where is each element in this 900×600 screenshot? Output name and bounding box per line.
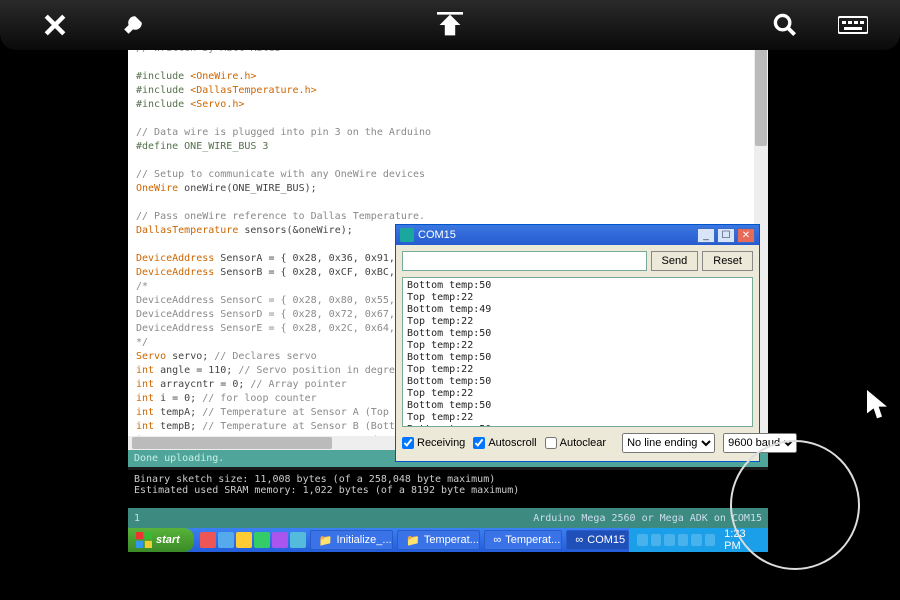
code-token: int (136, 365, 154, 376)
ql-icon[interactable] (236, 532, 252, 548)
start-label: start (156, 534, 180, 546)
code-token: <Servo.h> (184, 99, 244, 110)
upload-icon[interactable] (435, 10, 465, 40)
line-number: 1 (134, 513, 140, 524)
cursor-icon (866, 390, 888, 426)
code-token: int (136, 393, 154, 404)
output-line: Estimated used SRAM memory: 1,022 bytes … (134, 485, 519, 496)
serial-app-icon (400, 228, 414, 242)
close-button[interactable]: ✕ (737, 228, 755, 243)
code-token: // Array pointer (250, 379, 346, 390)
maximize-button[interactable]: ☐ (717, 228, 735, 243)
tray-icon[interactable] (651, 534, 662, 546)
code-token: DeviceAddress (136, 253, 214, 264)
tray-icon[interactable] (691, 534, 702, 546)
code-token: #include (136, 71, 184, 82)
taskbar-item[interactable]: ∞ Temperat... (484, 530, 562, 550)
code-token: <DallasTemperature.h> (184, 85, 316, 96)
code-token: servo; (166, 351, 214, 362)
remote-toolbar (0, 0, 900, 50)
serial-titlebar[interactable]: COM15 _ ☐ ✕ (396, 225, 759, 245)
serial-line: Bottom temp:50 (407, 328, 748, 340)
close-icon[interactable] (40, 10, 70, 40)
ql-icon[interactable] (272, 532, 288, 548)
taskbar-item[interactable]: 📁 Initialize_... (310, 530, 393, 550)
code-line: // Pass oneWire reference to Dallas Temp… (136, 211, 425, 222)
code-token: i = 0; (154, 393, 202, 404)
receiving-checkbox[interactable]: Receiving (402, 437, 465, 449)
serial-line: Top temp:22 (407, 340, 748, 352)
code-token: tempA; (154, 407, 202, 418)
compiler-output: Binary sketch size: 11,008 bytes (of a 2… (128, 470, 768, 508)
wrench-icon[interactable] (118, 10, 148, 40)
serial-monitor-window: COM15 _ ☐ ✕ Send Reset Bottom temp:50Top… (395, 224, 760, 462)
code-token: #include (136, 99, 184, 110)
search-icon[interactable] (770, 10, 800, 40)
code-line: */ (136, 337, 148, 348)
code-line: #define ONE_WIRE_BUS 3 (136, 141, 268, 152)
send-button[interactable]: Send (651, 251, 699, 271)
code-line: /* (136, 281, 148, 292)
code-token: // for loop counter (202, 393, 316, 404)
ql-icon[interactable] (290, 532, 306, 548)
code-token: int (136, 379, 154, 390)
serial-send-input[interactable] (402, 251, 647, 271)
code-token: #include (136, 85, 184, 96)
serial-line: Top temp:22 (407, 316, 748, 328)
serial-line: Top temp:22 (407, 388, 748, 400)
keyboard-icon[interactable] (838, 10, 868, 40)
ql-icon[interactable] (200, 532, 216, 548)
board-info: Arduino Mega 2560 or Mega ADK on COM15 (533, 513, 762, 524)
tray-icon[interactable] (664, 534, 675, 546)
code-token: angle = 110; (154, 365, 238, 376)
tray-icon[interactable] (705, 534, 716, 546)
serial-line: Top temp:22 (407, 292, 748, 304)
reset-button[interactable]: Reset (702, 251, 753, 271)
serial-line: Bottom temp:50 (407, 352, 748, 364)
line-ending-select[interactable]: No line ending (622, 433, 715, 453)
serial-title-text: COM15 (418, 229, 456, 241)
code-token: oneWire(ONE_WIRE_BUS); (178, 183, 316, 194)
code-token: DeviceAddress (136, 267, 214, 278)
code-token: Servo (136, 351, 166, 362)
taskbar-item[interactable]: 📁 Temperat... (397, 530, 480, 550)
code-token: arraycntr = 0; (154, 379, 250, 390)
autoclear-checkbox[interactable]: Autoclear (545, 437, 606, 449)
tray-icon[interactable] (637, 534, 648, 546)
code-token: int (136, 421, 154, 432)
serial-line: Bottom temp:50 (407, 376, 748, 388)
minimize-button[interactable]: _ (697, 228, 715, 243)
serial-line: Bottom temp:50 (407, 400, 748, 412)
remote-touch-ring (730, 440, 860, 570)
code-token: int (136, 407, 154, 418)
code-line: // Data wire is plugged into pin 3 on th… (136, 127, 431, 138)
windows-logo-icon (136, 532, 152, 548)
ide-footer: 1 Arduino Mega 2560 or Mega ADK on COM15 (128, 508, 768, 528)
code-token: <OneWire.h> (184, 71, 256, 82)
serial-line: Bottom temp:49 (407, 304, 748, 316)
quick-launch (200, 532, 306, 548)
ql-icon[interactable] (254, 532, 270, 548)
serial-line: Top temp:22 (407, 412, 748, 424)
code-token: // Declares servo (214, 351, 316, 362)
windows-taskbar: start 📁 Initialize_... 📁 Temperat... ∞ T… (128, 528, 768, 552)
output-line: Binary sketch size: 11,008 bytes (of a 2… (134, 474, 495, 485)
serial-line: Top temp:22 (407, 364, 748, 376)
autoscroll-checkbox[interactable]: Autoscroll (473, 437, 536, 449)
code-token: OneWire (136, 183, 178, 194)
serial-output[interactable]: Bottom temp:50Top temp:22Bottom temp:49T… (402, 277, 753, 427)
tray-icon[interactable] (678, 534, 689, 546)
code-token: sensors(&oneWire); (238, 225, 352, 236)
code-token: tempB; (154, 421, 202, 432)
code-token: DallasTemperature (136, 225, 238, 236)
ql-icon[interactable] (218, 532, 234, 548)
start-button[interactable]: start (128, 528, 194, 552)
taskbar-item-active[interactable]: ∞ COM15 (566, 530, 629, 550)
serial-line: Bottom temp:50 (407, 280, 748, 292)
code-line: // Setup to communicate with any OneWire… (136, 169, 425, 180)
